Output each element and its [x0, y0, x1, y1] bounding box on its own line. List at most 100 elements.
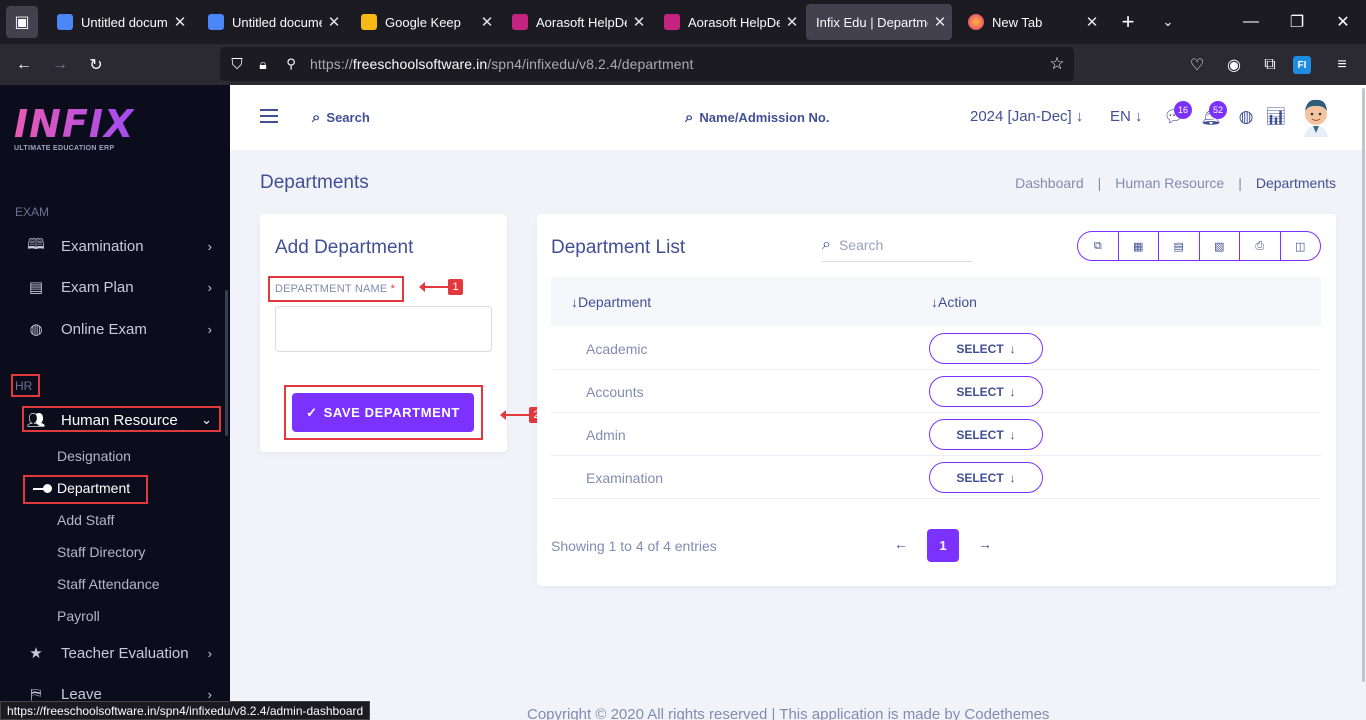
tab-helpdesk-2[interactable]: Aorasoft HelpDesl ✕: [654, 4, 804, 40]
section-label-exam: EXAM: [15, 205, 50, 219]
book-icon: 🕮︎: [27, 235, 45, 253]
tab-new-tab[interactable]: New Tab ✕: [958, 4, 1104, 40]
csv-icon[interactable]: ▤: [1158, 232, 1199, 260]
arrow-left-icon: [419, 282, 448, 292]
select-dropdown-button[interactable]: SELECT ↓: [929, 462, 1043, 493]
select-dropdown-button[interactable]: SELECT ↓: [929, 333, 1043, 364]
star-icon: ★: [29, 645, 43, 662]
sidebar-subitem-staff-directory[interactable]: Staff Directory: [57, 544, 145, 560]
logo[interactable]: INFIX ULTIMATE EDUCATION ERP: [14, 105, 134, 152]
extension-fi-icon[interactable]: FI: [1293, 56, 1311, 74]
url-host: freeschoolsoftware.in: [352, 56, 488, 72]
tab-google-keep[interactable]: Google Keep ✕: [351, 4, 499, 40]
docs-icon: [208, 14, 224, 30]
close-tab-icon[interactable]: ✕: [928, 13, 952, 31]
tab-infix-department[interactable]: Infix Edu | Department ✕: [806, 4, 952, 40]
app-menu-icon[interactable]: ≡: [1329, 52, 1355, 78]
stats-icon[interactable]: 📊︎: [1265, 107, 1287, 129]
excel-icon[interactable]: ▦: [1117, 232, 1159, 260]
tab-untitled-doc-1[interactable]: Untitled documen ✕: [47, 4, 192, 40]
tab-helpdesk-1[interactable]: Aorasoft HelpDesl ✕: [502, 4, 651, 40]
close-tab-icon[interactable]: ✕: [627, 13, 651, 31]
academic-year-select[interactable]: 2024 [Jan-Dec] ↓: [970, 108, 1083, 125]
hamburger-menu-icon[interactable]: [260, 109, 278, 127]
language-select[interactable]: EN ↓: [1110, 108, 1143, 125]
back-icon[interactable]: ←: [11, 52, 37, 78]
minimize-icon[interactable]: —: [1228, 0, 1274, 44]
sidebar-subitem-add-staff[interactable]: Add Staff: [57, 512, 114, 528]
breadcrumb-human-resource[interactable]: Human Resource: [1115, 175, 1224, 191]
breadcrumb-separator: |: [1238, 175, 1242, 191]
copy-icon[interactable]: ⧉: [1078, 232, 1118, 260]
close-tab-icon[interactable]: ✕: [475, 13, 499, 31]
notifications-badge: 52: [1209, 101, 1227, 119]
extensions-icon[interactable]: ⧉: [1257, 52, 1283, 78]
sidebar-item-online-exam[interactable]: ◍ Online Exam ›: [24, 313, 220, 345]
page-title: Departments: [260, 172, 369, 193]
select-dropdown-button[interactable]: SELECT ↓: [929, 419, 1043, 450]
maximize-icon[interactable]: ❐: [1274, 0, 1320, 44]
sidebar-item-exam-plan[interactable]: ▤ Exam Plan ›: [24, 271, 220, 303]
table-row: Academic SELECT ↓: [551, 327, 1321, 370]
annotation-arrow-1: 1: [419, 279, 463, 295]
columns-icon[interactable]: ◫: [1279, 232, 1321, 260]
browser-tab-bar: ▣ Untitled documen ✕ Untitled documen ✕ …: [0, 0, 1366, 44]
lock-icon[interactable]: 🔒︎: [250, 51, 276, 77]
url-text: https://freeschoolsoftware.in/spn4/infix…: [310, 56, 694, 72]
breadcrumb-dashboard[interactable]: Dashboard: [1015, 175, 1084, 191]
arrow-down-icon: ↓: [1009, 384, 1016, 399]
menu-search[interactable]: ⌕ Search: [312, 109, 370, 126]
sidebar-item-label: Leave: [61, 685, 102, 703]
search-icon: ⌕: [822, 236, 831, 253]
avatar[interactable]: [1301, 97, 1331, 137]
department-name-cell: Admin: [586, 427, 626, 443]
sidebar-item-examination[interactable]: 🕮︎ Examination ›: [24, 230, 220, 262]
pocket-icon[interactable]: ♡: [1184, 52, 1210, 78]
sidebar-item-teacher-evaluation[interactable]: ★ Teacher Evaluation ›: [24, 637, 220, 669]
permissions-icon[interactable]: ⚲: [278, 51, 304, 77]
department-name-input[interactable]: [275, 306, 492, 352]
forward-icon[interactable]: →: [47, 52, 73, 78]
globe-icon[interactable]: ◍: [1235, 107, 1257, 129]
close-tab-icon[interactable]: ✕: [168, 13, 192, 31]
column-header-department[interactable]: ↓Department: [571, 294, 651, 310]
sidebar-item-label: Exam Plan: [61, 278, 134, 296]
new-tab-icon[interactable]: +: [1108, 0, 1148, 44]
prev-page-icon[interactable]: ←: [894, 536, 908, 552]
close-tab-icon[interactable]: ✕: [322, 13, 346, 31]
page-scrollbar[interactable]: [1362, 88, 1365, 682]
breadcrumb-departments: Departments: [1255, 175, 1336, 191]
address-bar[interactable]: ⛉ 🔒︎ ⚲ https://freeschoolsoftware.in/spn…: [220, 47, 1074, 81]
close-window-icon[interactable]: ✕: [1320, 0, 1366, 44]
page-button-current[interactable]: 1: [927, 529, 959, 562]
arrow-down-icon: ↓: [1009, 427, 1016, 442]
highlight-box-hr: [11, 374, 40, 397]
chevron-right-icon: ›: [207, 238, 212, 254]
reload-icon[interactable]: ↻: [83, 52, 109, 78]
bookmark-star-icon[interactable]: ☆: [1044, 51, 1070, 77]
tab-list-icon[interactable]: ⌄: [1148, 0, 1188, 44]
select-dropdown-button[interactable]: SELECT ↓: [929, 376, 1043, 407]
close-tab-icon[interactable]: ✕: [1080, 13, 1104, 31]
browser-status-url: https://freeschoolsoftware.in/spn4/infix…: [0, 701, 371, 720]
sidebar-scrollbar[interactable]: [225, 290, 228, 436]
tab-overview-icon[interactable]: ▣: [6, 6, 38, 38]
account-icon[interactable]: ◉: [1221, 52, 1247, 78]
tab-untitled-doc-2[interactable]: Untitled documen ✕: [198, 4, 346, 40]
sort-arrow-icon: ↓: [931, 293, 938, 310]
print-icon[interactable]: ⎙: [1239, 232, 1280, 260]
column-header-action[interactable]: ↓Action: [931, 294, 977, 310]
select-label: SELECT: [956, 341, 1004, 356]
footer-copyright: Copyright © 2020 All rights reserved | T…: [527, 706, 1050, 720]
shield-icon[interactable]: ⛉: [224, 51, 250, 77]
sidebar-subitem-designation[interactable]: Designation: [57, 448, 131, 464]
next-page-icon[interactable]: →: [978, 536, 992, 552]
list-search-input[interactable]: [838, 237, 959, 253]
sidebar-subitem-payroll[interactable]: Payroll: [57, 608, 100, 624]
entries-info: Showing 1 to 4 of 4 entries: [551, 538, 717, 554]
student-search[interactable]: ⌕ Name/Admission No.: [685, 109, 829, 126]
breadcrumb: Dashboard | Human Resource | Departments: [1015, 175, 1336, 191]
close-tab-icon[interactable]: ✕: [780, 13, 804, 31]
pdf-icon[interactable]: ▧: [1198, 232, 1240, 260]
sidebar-subitem-staff-attendance[interactable]: Staff Attendance: [57, 576, 160, 592]
